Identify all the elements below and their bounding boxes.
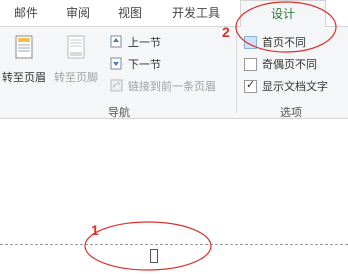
annotation-number-2: 2: [222, 24, 230, 40]
annotation-overlay: [84, 1, 337, 271]
annotation-number-1: 1: [91, 222, 99, 238]
annotation-ellipse-1: [84, 221, 212, 271]
annotation-ellipse-2: [235, 1, 337, 53]
